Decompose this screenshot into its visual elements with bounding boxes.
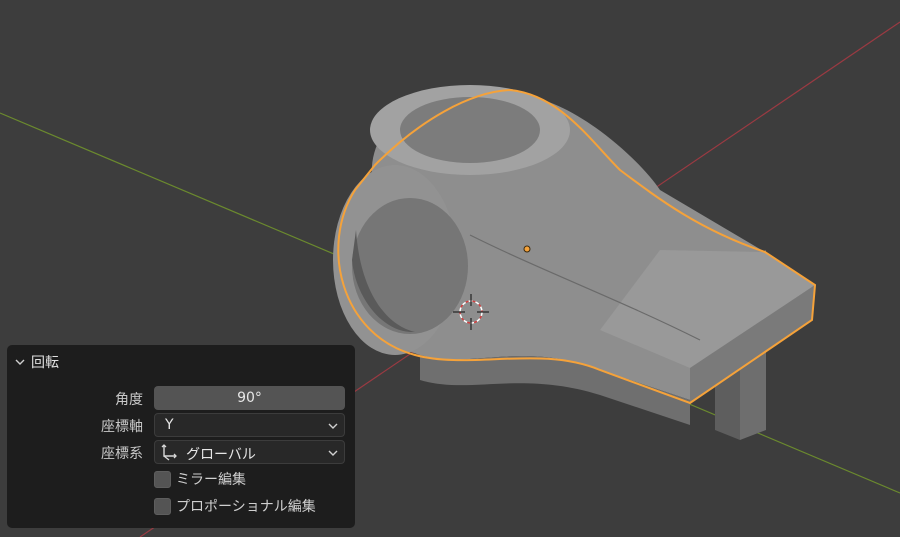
angle-value: 90° <box>237 390 262 406</box>
axis-dropdown[interactable]: Y <box>154 413 345 437</box>
orientation-row: 座標系 グローバル <box>7 440 355 464</box>
angle-label: 角度 <box>115 392 143 408</box>
mirror-edit-label: ミラー編集 <box>176 472 246 488</box>
chevron-down-icon <box>328 450 338 456</box>
orientation-value: グローバル <box>186 447 256 463</box>
object-origin <box>523 245 531 253</box>
angle-field[interactable]: 90° <box>154 386 345 410</box>
selected-mesh-object[interactable] <box>333 85 817 440</box>
global-axes-icon <box>161 444 177 461</box>
mirror-edit-box[interactable] <box>154 470 171 488</box>
front-eye-hole <box>352 198 468 334</box>
axis-label: 座標軸 <box>101 419 143 435</box>
axis-row: 座標軸 Y <box>7 413 355 437</box>
adjust-last-operation-panel: 回転 角度 90° 座標軸 Y 座標系 グローバル ミラー編集 プロポーショナル… <box>7 345 355 528</box>
chevron-down-icon <box>15 359 25 365</box>
axis-value: Y <box>165 417 174 433</box>
panel-title: 回転 <box>31 355 59 371</box>
orientation-dropdown[interactable]: グローバル <box>154 440 345 464</box>
mirror-edit-checkbox[interactable]: ミラー編集 <box>154 468 246 490</box>
back-ring-hole <box>400 97 540 163</box>
proportional-edit-label: プロポーショナル編集 <box>176 499 316 515</box>
chevron-down-icon <box>328 423 338 429</box>
proportional-edit-box[interactable] <box>154 497 171 515</box>
proportional-edit-checkbox[interactable]: プロポーショナル編集 <box>154 495 316 517</box>
angle-row: 角度 90° <box>7 386 355 410</box>
panel-header[interactable]: 回転 <box>15 351 59 373</box>
orientation-label: 座標系 <box>101 446 143 462</box>
